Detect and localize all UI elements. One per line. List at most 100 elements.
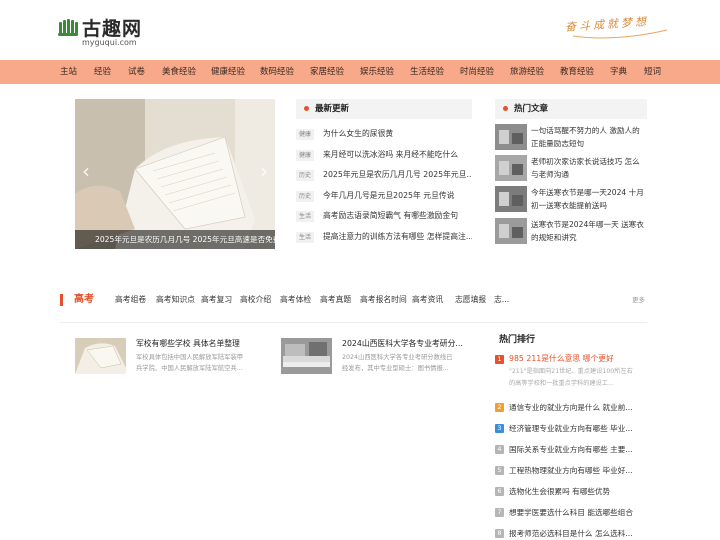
nav-item[interactable]: 数码经验 [260,60,294,84]
hot-thumbnail[interactable] [495,186,527,212]
section-mark [60,294,63,306]
rank-link[interactable]: 工程热物理就业方向有哪些 毕业好... [509,461,647,481]
rank-link[interactable]: 选物化生会很累吗 有哪些优势 [509,482,647,502]
gaokao-link[interactable]: 高考体检 [280,290,311,310]
nav-item[interactable]: 美食经验 [162,60,196,84]
hot-link[interactable]: 今年送寒衣节是哪一天2024 十月初一送寒衣能提前送吗 [531,186,647,212]
ranking-item[interactable]: 5 工程热物理就业方向有哪些 毕业好... [495,461,647,481]
category-tag[interactable]: 历史 [296,170,315,181]
more-link[interactable]: 更多 [632,290,645,310]
hot-item[interactable]: 一句话骂醒不努力的人 激励人的正能量励志短句 [495,124,647,152]
latest-link[interactable]: 为什么女生的尿很黄 [323,124,393,144]
ranking-item[interactable]: 6 选物化生会很累吗 有哪些优势 [495,482,647,502]
latest-link[interactable]: 今年几月几号是元旦2025年 元旦传说 [323,186,454,206]
nav-item[interactable]: 旅游经验 [510,60,544,84]
latest-item[interactable]: 健康 来月经可以洗冰浴吗 来月经不能吃什么 [296,145,472,165]
nav-item[interactable]: 家居经验 [310,60,344,84]
card-thumbnail [281,338,332,374]
nav-item[interactable]: 时尚经验 [460,60,494,84]
card-title[interactable]: 军校有哪些学校 具体名单整理 [136,338,256,349]
rank-number: 5 [495,466,504,475]
rank-link[interactable]: 想要学医要选什么科目 能选哪些组合 [509,503,647,523]
hot-header: 热门文章 [495,99,647,119]
site-header: 古趣网 myguqui.com 奋斗成就梦想 [0,0,720,60]
gaokao-link[interactable]: 高考报名时间 [360,290,407,310]
latest-item[interactable]: 历史 今年几月几号是元旦2025年 元旦传说 [296,186,472,206]
category-tag[interactable]: 健康 [296,129,315,140]
gaokao-link[interactable]: 高考资讯 [412,290,443,310]
ranking-top-item[interactable]: 1 985 211是什么意思 哪个更好 "211"是指面向21世纪、重点建设10… [495,350,647,394]
latest-item[interactable]: 健康 为什么女生的尿很黄 [296,124,472,144]
rank-number: 1 [495,355,504,364]
gaokao-link[interactable]: 高考组卷 [115,290,146,310]
latest-title: 最新更新 [315,104,350,114]
nav-item[interactable]: 生活经验 [410,60,444,84]
nav-item[interactable]: 字典 [610,60,627,84]
category-tag[interactable]: 生活 [296,211,315,222]
gaokao-bar: 高考 更多 高考组卷 高考知识点 高考复习 高校介绍 高考体检 高考真题 高考报名时间 高考资… [60,290,647,310]
nav-item[interactable]: 经验 [94,60,111,84]
gaokao-link[interactable]: 高考复习 [201,290,232,310]
rank-link[interactable]: 经济管理专业就业方向有哪些 毕业... [509,419,647,439]
nav-item[interactable]: 娱乐经验 [360,60,394,84]
nav-item[interactable]: 教育经验 [560,60,594,84]
books-icon [58,16,78,36]
nav-item[interactable]: 试卷 [128,60,145,84]
rank-title[interactable]: 985 211是什么意思 哪个更好 [509,353,614,364]
ranking-item[interactable]: 3 经济管理专业就业方向有哪些 毕业... [495,419,647,439]
latest-item[interactable]: 生活 高考励志语录简短霸气 有哪些激励金句 [296,206,472,226]
ranking-item[interactable]: 7 想要学医要选什么科目 能选哪些组合 [495,503,647,523]
gaokao-title[interactable]: 高考 [74,290,94,310]
category-tag[interactable]: 健康 [296,149,315,161]
rank-desc: "211"是指面向21世纪、重点建设100所左右的高等学校和一批重点学科的建设工… [509,368,633,387]
hot-link[interactable]: 一句话骂醒不努力的人 激励人的正能量励志短句 [531,124,647,150]
nav-item[interactable]: 健康经验 [211,60,245,84]
gaokao-link[interactable]: 志... [494,290,509,310]
rank-link[interactable]: 通信专业的就业方向是什么 就业前... [509,398,647,418]
slide-caption[interactable]: 2025年元旦是农历几月几号 2025年元旦高速是否免费 [75,230,275,249]
rank-link[interactable]: 国际关系专业就业方向有哪些 主要... [509,440,647,460]
divider [60,322,647,323]
slide-image [75,99,275,249]
nav-item[interactable]: 短词 [644,60,661,84]
gaokao-link[interactable]: 高考知识点 [156,290,195,310]
ranking-item[interactable]: 4 国际关系专业就业方向有哪些 主要... [495,440,647,460]
category-tag[interactable]: 生活 [296,231,315,243]
slider-prev-icon[interactable]: ‹ [79,159,93,183]
card-desc: 2024山西医科大学各专业考研分数线已经发布，其中专业型硕士：图书情报... [342,354,453,372]
category-tag[interactable]: 历史 [296,190,315,202]
ranking-item[interactable]: 2 通信专业的就业方向是什么 就业前... [495,398,647,418]
hot-item[interactable]: 送寒衣节是2024年哪一天 送寒衣的规矩和讲究 [495,218,647,246]
gaokao-link[interactable]: 志愿填报 [455,290,486,310]
hot-title: 热门文章 [514,104,549,114]
bullet-icon [304,106,309,111]
site-name: 古趣网 [82,18,143,40]
gaokao-link[interactable]: 高校介绍 [240,290,271,310]
hot-link[interactable]: 老师初次家访家长说话技巧 怎么与老师沟通 [531,155,647,181]
hot-item[interactable]: 今年送寒衣节是哪一天2024 十月初一送寒衣能提前送吗 [495,186,647,214]
hot-thumbnail[interactable] [495,155,527,181]
card-title[interactable]: 2024山西医科大学各专业考研分... [342,338,462,349]
gaokao-link[interactable]: 高考真题 [320,290,351,310]
feature-card[interactable]: 军校有哪些学校 具体名单整理 军校具体包括中国人民解放军陆军装甲兵学院、中国人民… [75,338,247,378]
latest-link[interactable]: 提高注意力的训练方法有哪些 怎样提高注... [323,227,472,247]
latest-header: 最新更新 [296,99,472,119]
feature-card[interactable]: 2024山西医科大学各专业考研分... 2024山西医科大学各专业考研分数线已经… [281,338,462,378]
hot-thumbnail[interactable] [495,218,527,244]
slogan-swoosh-icon [572,29,668,39]
ranking-title: 热门排行 [499,335,536,345]
nav-item[interactable]: 主站 [60,60,77,84]
latest-link[interactable]: 来月经可以洗冰浴吗 来月经不能吃什么 [323,145,458,165]
hot-item[interactable]: 老师初次家访家长说话技巧 怎么与老师沟通 [495,155,647,183]
card-desc: 军校具体包括中国人民解放军陆军装甲兵学院、中国人民解放军陆军航空兵... [136,354,244,372]
slider-next-icon[interactable]: › [257,159,271,183]
image-slider[interactable]: ‹ › 2025年元旦是农历几月几号 2025年元旦高速是否免费 [75,99,275,249]
hot-thumbnail[interactable] [495,124,527,150]
latest-item[interactable]: 生活 提高注意力的训练方法有哪些 怎样提高注... [296,227,472,247]
rank-link[interactable]: 报考师范必选科目是什么 怎么选科... [509,524,647,540]
ranking-item[interactable]: 8 报考师范必选科目是什么 怎么选科... [495,524,647,540]
hot-link[interactable]: 送寒衣节是2024年哪一天 送寒衣的规矩和讲究 [531,218,647,244]
latest-item[interactable]: 历史 2025年元旦是农历几月几号 2025年元旦... [296,165,472,185]
latest-link[interactable]: 2025年元旦是农历几月几号 2025年元旦... [323,165,472,185]
latest-link[interactable]: 高考励志语录简短霸气 有哪些激励金句 [323,206,458,226]
